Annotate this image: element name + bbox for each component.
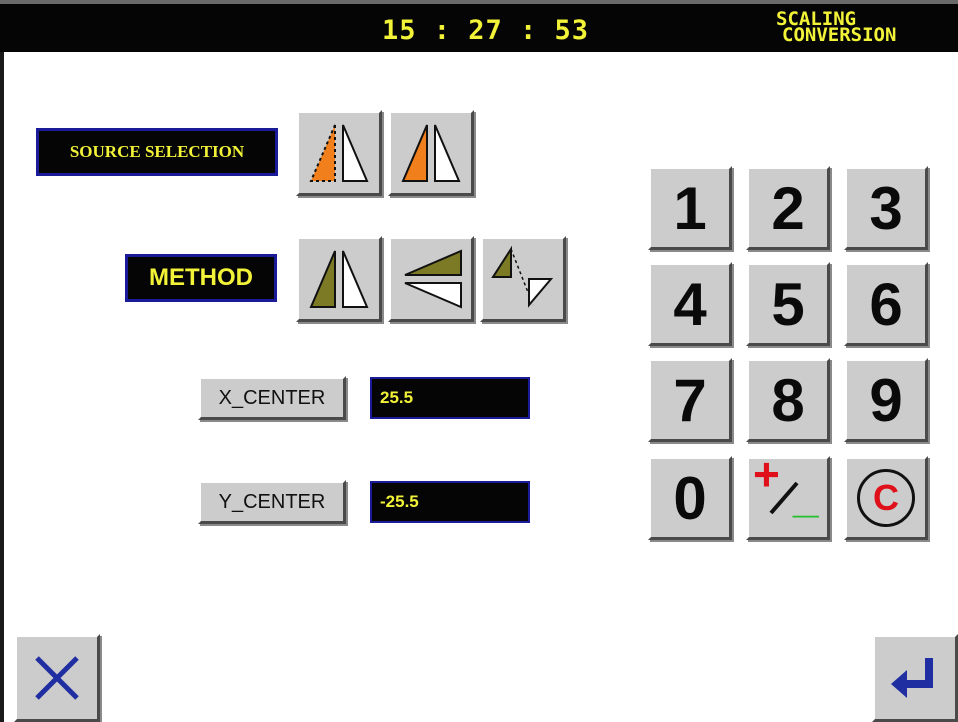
x-center-button[interactable]: X_CENTER — [198, 376, 346, 420]
close-icon — [35, 656, 79, 700]
key-8[interactable]: 8 — [746, 358, 830, 442]
method-diagonal-button[interactable] — [480, 236, 566, 322]
minus-sign: _ — [793, 470, 819, 522]
key-1[interactable]: 1 — [648, 166, 732, 250]
mirror-horizontal-icon — [309, 250, 369, 308]
cancel-button[interactable] — [14, 634, 100, 722]
method-horizontal-button[interactable] — [296, 236, 382, 322]
key-4[interactable]: 4 — [648, 262, 732, 346]
method-label: METHOD — [125, 254, 277, 302]
screen-title: SCALING CONVERSION — [776, 10, 897, 46]
key-9[interactable]: 9 — [844, 358, 928, 442]
clear-key[interactable]: C — [844, 456, 928, 540]
mirror-diagonal-icon — [491, 245, 554, 308]
mirror-vertical-icon — [404, 249, 462, 309]
triangle-dotted-mirror-icon — [309, 124, 369, 182]
key-2[interactable]: 2 — [746, 166, 830, 250]
key-0[interactable]: 0 — [648, 456, 732, 540]
key-6[interactable]: 6 — [844, 262, 928, 346]
key-7[interactable]: 7 — [648, 358, 732, 442]
source-option-dotted-button[interactable] — [296, 110, 382, 196]
x-center-value[interactable]: 25.5 — [370, 377, 530, 419]
enter-button[interactable] — [872, 634, 958, 722]
enter-return-icon — [891, 658, 933, 698]
clock: 15 : 27 : 53 — [382, 15, 590, 46]
sign-toggle-key[interactable]: + _ — [746, 448, 830, 540]
source-selection-label: SOURCE SELECTION — [36, 128, 278, 176]
key-5[interactable]: 5 — [746, 262, 830, 346]
source-option-solid-button[interactable] — [388, 110, 474, 196]
y-center-value[interactable]: -25.5 — [370, 481, 530, 523]
screen-title-line-2: CONVERSION — [782, 24, 897, 46]
triangle-solid-mirror-icon — [401, 124, 461, 182]
clear-circle-icon: C — [857, 469, 915, 527]
key-3[interactable]: 3 — [844, 166, 928, 250]
title-bar: 15 : 27 : 53 SCALING CONVERSION — [0, 0, 958, 52]
clear-label: C — [873, 477, 899, 518]
y-center-button[interactable]: Y_CENTER — [198, 480, 346, 524]
method-vertical-button[interactable] — [388, 236, 474, 322]
